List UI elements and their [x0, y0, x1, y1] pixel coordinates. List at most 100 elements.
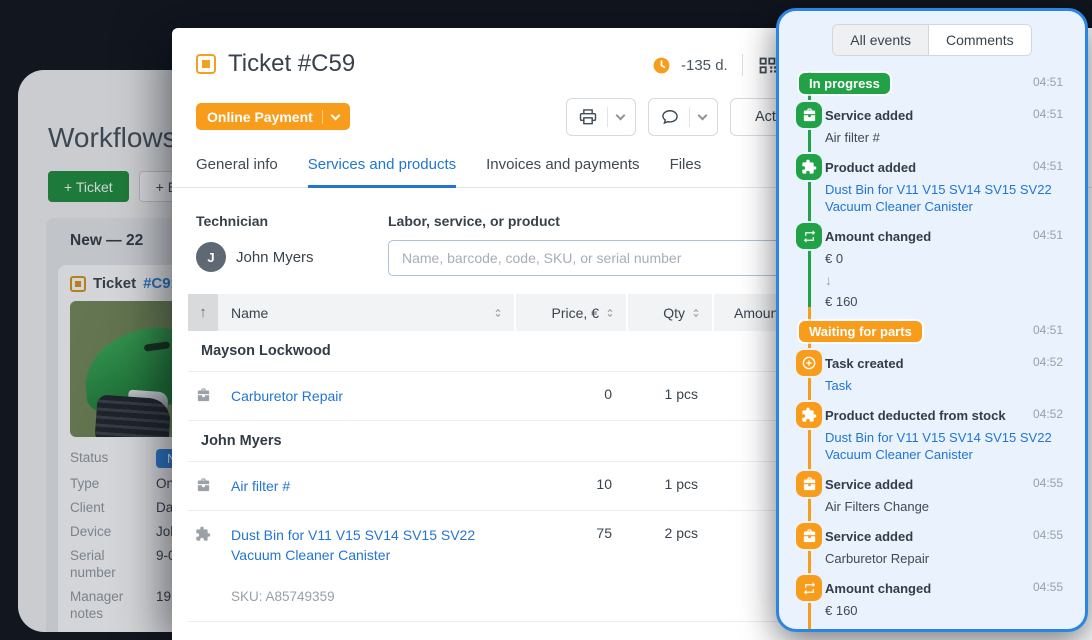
field-label: Serial number	[70, 547, 154, 581]
event-feed-panel: All eventsComments 04:51In progress04:51…	[776, 8, 1088, 632]
event-time: 04:52	[1033, 407, 1063, 421]
field-label: Manager	[70, 629, 154, 632]
item-qty: 1 pcs	[626, 386, 712, 402]
table-row[interactable]: Air filter # 101 pcs	[188, 462, 852, 511]
event-timeline: 04:51In progress04:51Service addedAir fi…	[779, 73, 1085, 632]
service-icon	[188, 476, 218, 494]
event-tab-all-events[interactable]: All events	[833, 25, 929, 55]
event-time: 04:51	[1033, 159, 1063, 173]
event-item: 04:51Product addedDust Bin for V11 V15 S…	[779, 157, 1085, 215]
item-price: 75	[514, 525, 626, 541]
event-detail: Carburetor Repair	[825, 550, 1085, 567]
chevron-down-icon[interactable]	[616, 111, 626, 121]
item-name-cell: Dust Bin for V11 V15 SV14 SV15 SV22 Vacu…	[218, 525, 514, 607]
arrow-down-icon: ↓	[825, 272, 1085, 288]
puzzle-icon	[796, 154, 822, 180]
qr-code-icon[interactable]	[757, 55, 778, 76]
technician-avatar: J	[196, 242, 226, 272]
event-detail: Dust Bin for V11 V15 SV14 SV15 SV22 Vacu…	[825, 181, 1085, 215]
card-type-label: Ticket	[93, 275, 136, 292]
item-link[interactable]: Air filter #	[231, 478, 290, 494]
sort-icon	[690, 307, 702, 319]
table-row[interactable]: Dust Bin for V11 V15 SV14 SV15 SV22 Vacu…	[188, 511, 852, 622]
status-event: 04:51 In progress	[779, 73, 1085, 94]
status-change-badge: Waiting for parts	[799, 321, 922, 342]
event-tab-comments[interactable]: Comments	[929, 25, 1031, 55]
event-item: 04:55Service addedAir Filters Change	[779, 474, 1085, 515]
product-icon	[188, 525, 218, 542]
event-time: 04:51	[1033, 75, 1063, 89]
table-header: ↑ Name Price, € Qty Amount, €	[188, 294, 852, 331]
event-detail: Air Filters Change	[825, 498, 1085, 515]
table-group-header: John Myers	[188, 421, 852, 462]
event-detail: Air filter #	[825, 129, 1085, 146]
column-qty[interactable]: Qty	[626, 294, 712, 331]
tab-general-info[interactable]: General info	[196, 156, 278, 188]
tab-files[interactable]: Files	[670, 156, 702, 188]
service-icon	[188, 386, 218, 404]
table-body: Mayson LockwoodCarburetor Repair01 pcsJo…	[188, 331, 852, 622]
event-time: 04:51	[1033, 323, 1063, 337]
event-detail: € 160	[825, 602, 1085, 619]
screen: Workflows Pro + Ticket + Est New — 22 Ti…	[0, 0, 1092, 640]
event-time: 04:55	[1033, 476, 1063, 490]
field-label: Type	[70, 475, 154, 492]
status-dropdown[interactable]: Online Payment	[196, 103, 350, 130]
overdue-days: -135 d.	[681, 57, 728, 74]
status-event: 04:51 Waiting for parts	[779, 321, 1085, 342]
puzzle-icon	[796, 402, 822, 428]
column-name[interactable]: Name	[218, 305, 514, 321]
services-table: ↑ Name Price, € Qty Amount, € Mayson Loc…	[188, 294, 852, 622]
field-label: Manager notes	[70, 588, 154, 622]
modal-title: Ticket #C59	[228, 50, 355, 78]
event-link[interactable]: Task	[825, 378, 852, 393]
item-link[interactable]: Dust Bin for V11 V15 SV14 SV15 SV22 Vacu…	[231, 527, 475, 563]
new-ticket-button[interactable]: + Ticket	[48, 171, 129, 202]
event-detail: € 0	[825, 250, 1085, 267]
event-feed-tabs: All eventsComments	[832, 24, 1031, 56]
briefcase-icon	[796, 102, 822, 128]
technician-label: Technician	[196, 213, 388, 229]
item-name-cell: Air filter #	[218, 476, 514, 496]
briefcase-icon	[796, 523, 822, 549]
item-qty: 2 pcs	[626, 525, 712, 541]
item-price: 0	[514, 386, 626, 402]
status-label: Online Payment	[207, 109, 313, 125]
chat-bubble-icon	[660, 107, 680, 127]
repeat-icon	[796, 223, 822, 249]
item-price: 10	[514, 476, 626, 492]
event-time: 04:52	[1033, 355, 1063, 369]
event-item: 04:52Product deducted from stockDust Bin…	[779, 405, 1085, 463]
event-link[interactable]: Dust Bin for V11 V15 SV14 SV15 SV22 Vacu…	[825, 182, 1052, 214]
sort-icon	[604, 307, 616, 319]
overdue-clock-icon	[652, 56, 671, 75]
message-button[interactable]	[648, 98, 718, 136]
field-label: Client	[70, 499, 154, 516]
sort-icon	[492, 307, 504, 319]
tab-services-and-products[interactable]: Services and products	[308, 156, 456, 188]
item-name-cell: Carburetor Repair	[218, 386, 514, 406]
item-sku: SKU: A85749359	[231, 587, 501, 607]
sort-direction-icon[interactable]: ↑	[188, 294, 218, 331]
status-change-badge: In progress	[799, 73, 890, 94]
event-item: 04:52Task createdTask	[779, 353, 1085, 394]
event-item: 04:55Service addedCarburetor Repair	[779, 526, 1085, 567]
briefcase-icon	[796, 471, 822, 497]
event-detail: € 160	[825, 293, 1085, 310]
print-button[interactable]	[566, 98, 636, 136]
table-group-header: Mayson Lockwood	[188, 331, 852, 372]
repeat-icon	[796, 575, 822, 601]
tab-invoices-and-payments[interactable]: Invoices and payments	[486, 156, 639, 188]
event-item: 04:55Amount changed€ 160↓€ 170	[779, 578, 1085, 632]
technician-name[interactable]: John Myers	[236, 249, 314, 266]
column-price[interactable]: Price, €	[514, 294, 626, 331]
event-link[interactable]: Dust Bin for V11 V15 SV14 SV15 SV22 Vacu…	[825, 430, 1052, 462]
ticket-icon	[70, 276, 86, 292]
field-label: Status	[70, 449, 154, 468]
table-row[interactable]: Carburetor Repair 01 pcs	[188, 372, 852, 421]
item-qty: 1 pcs	[626, 476, 712, 492]
chevron-down-icon[interactable]	[698, 111, 708, 121]
event-time: 04:55	[1033, 580, 1063, 594]
chevron-down-icon	[330, 110, 340, 120]
item-link[interactable]: Carburetor Repair	[231, 388, 343, 404]
